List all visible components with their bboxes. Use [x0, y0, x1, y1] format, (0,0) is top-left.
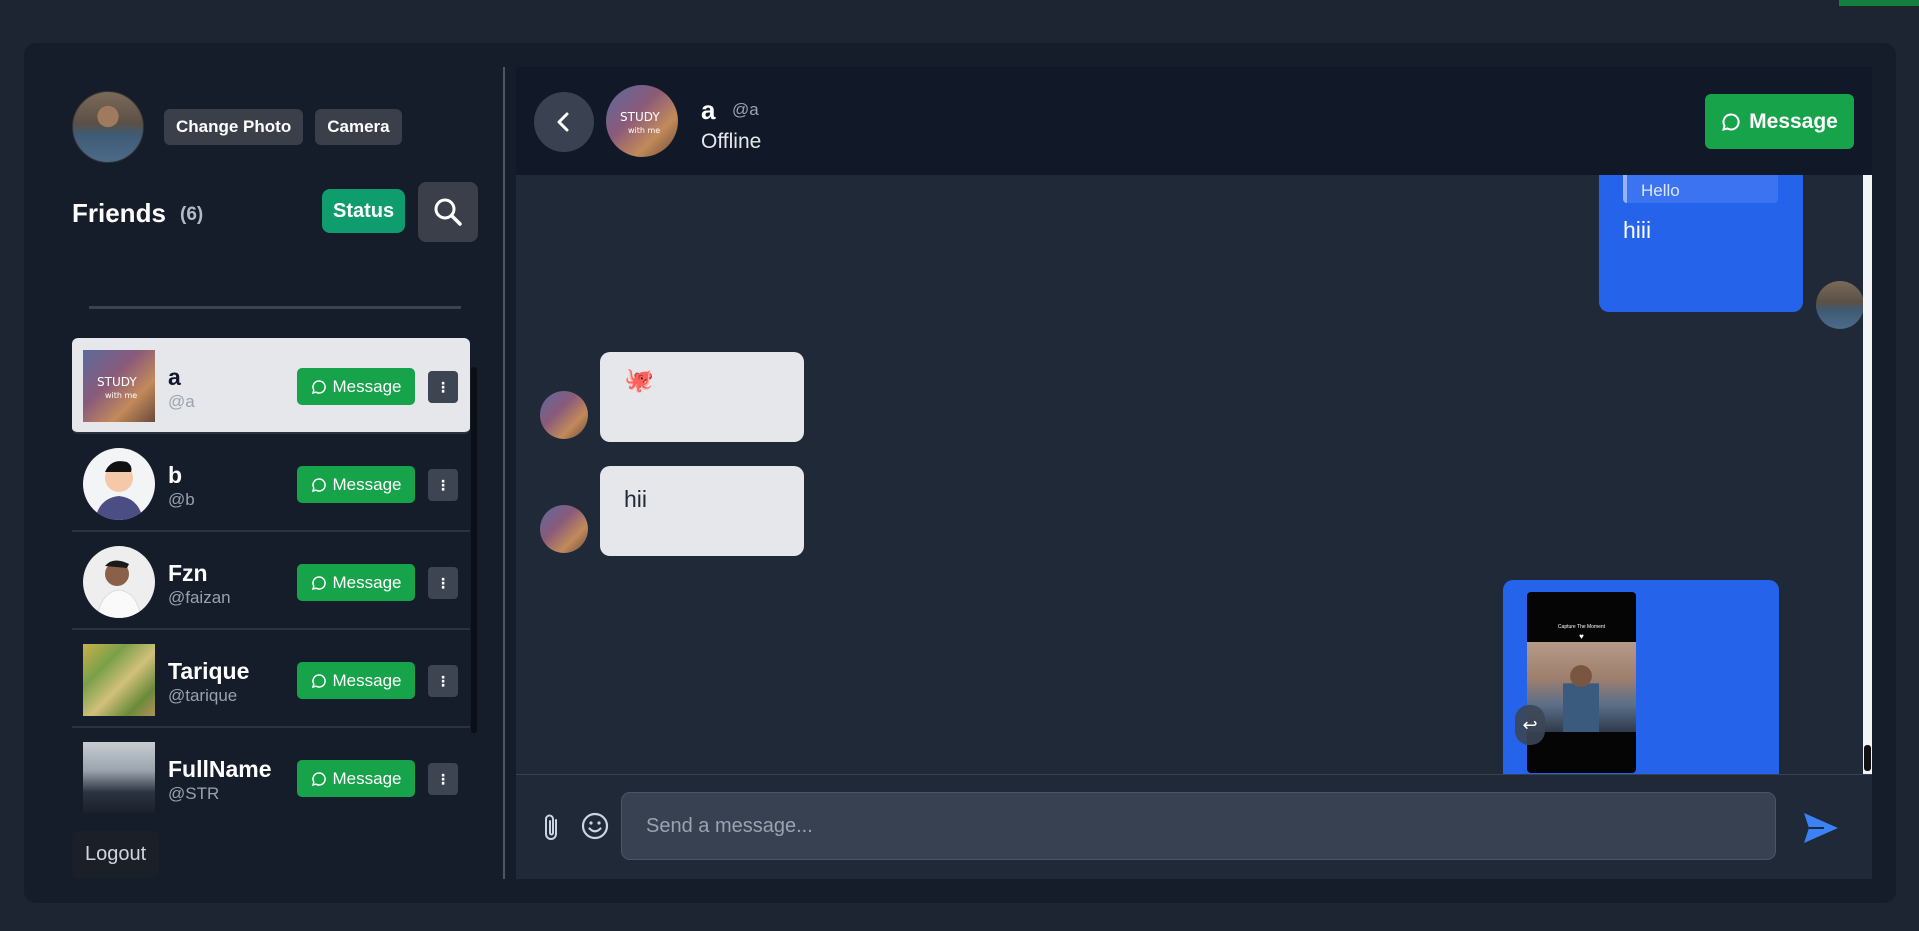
message-label: Message: [332, 670, 402, 690]
friend-name: Tarique: [168, 658, 250, 684]
more-options-button[interactable]: ⋮: [428, 665, 458, 697]
chat-app-window: Change Photo Camera Friends (6) Status S…: [24, 43, 1896, 903]
friend-message-button[interactable]: Message: [297, 760, 415, 797]
search-button[interactable]: [418, 182, 478, 242]
friend-message-button[interactable]: Message: [297, 466, 415, 503]
svg-text:with me: with me: [628, 126, 660, 135]
message-list: Hello hiii 🐙 hii Capture The Moment ♥ ↩: [516, 175, 1872, 774]
friend-avatar: STUDY with me: [83, 350, 155, 422]
message-label: Message: [1749, 109, 1838, 133]
message-input-bar: [516, 774, 1872, 879]
friends-count: (6): [180, 204, 204, 225]
their-message-avatar: [540, 391, 588, 439]
more-options-button[interactable]: ⋮: [428, 469, 458, 501]
message-text: hii: [624, 486, 648, 512]
friend-item-b[interactable]: b @b Message ⋮: [72, 436, 470, 532]
svg-text:STUDY: STUDY: [97, 375, 137, 389]
more-options-button[interactable]: ⋮: [428, 371, 458, 403]
my-message-avatar: [1816, 281, 1864, 329]
svg-text:with me: with me: [105, 391, 137, 400]
friend-item-a[interactable]: STUDY with me a @a Message ⋮: [72, 338, 470, 434]
more-options-button[interactable]: ⋮: [428, 763, 458, 795]
friend-username: @STR: [168, 784, 220, 803]
back-button[interactable]: [534, 92, 594, 152]
friend-username: @a: [168, 392, 195, 411]
change-photo-button[interactable]: Change Photo: [164, 109, 304, 145]
friends-list-scrollbar[interactable]: [471, 367, 477, 733]
friends-header: Friends (6) Status: [72, 182, 478, 244]
image-heart: ♥: [1579, 632, 1584, 641]
friend-avatar: [83, 644, 155, 716]
their-message-avatar: [540, 505, 588, 553]
friend-username: @b: [168, 490, 195, 509]
chat-header: STUDY with me a @a Offline Message: [516, 67, 1872, 175]
message-text: 🐙: [624, 367, 654, 394]
their-message-bubble[interactable]: 🐙: [600, 352, 804, 442]
study-logo-icon: STUDY with me: [97, 375, 137, 400]
friend-message-button[interactable]: Message: [297, 368, 415, 405]
chat-panel: STUDY with me a @a Offline Message Hello …: [516, 67, 1872, 879]
chat-bubble-icon: [311, 575, 326, 590]
my-avatar[interactable]: [72, 91, 144, 163]
send-icon[interactable]: [1802, 811, 1840, 845]
contact-username: @a: [732, 100, 759, 119]
chat-bubble-icon: [311, 673, 326, 688]
header-message-button[interactable]: Message: [1705, 94, 1854, 149]
sidebar-divider: [89, 306, 461, 309]
image-attachment[interactable]: Capture The Moment ♥: [1527, 592, 1636, 773]
logout-button[interactable]: Logout: [72, 831, 160, 878]
contact-status: Offline: [701, 130, 762, 153]
message-label: Message: [332, 474, 402, 494]
message-input[interactable]: [621, 792, 1776, 860]
their-message-bubble[interactable]: hii: [600, 466, 804, 556]
my-image-message-bubble[interactable]: Capture The Moment ♥ ↩: [1503, 580, 1779, 774]
image-caption: Capture The Moment: [1557, 624, 1606, 630]
reply-quote: Hello: [1623, 175, 1778, 203]
friend-name: a: [168, 364, 181, 390]
contact-name: a: [701, 95, 716, 125]
friend-item-fullname[interactable]: FullName @STR Message ⋮: [72, 730, 470, 818]
paperclip-icon[interactable]: [540, 811, 564, 843]
message-scrollbar[interactable]: [1864, 745, 1871, 771]
friends-list: STUDY with me a @a Message ⋮ b @b Messag…: [72, 338, 478, 818]
friend-name: Fzn: [168, 560, 208, 586]
sidebar: Change Photo Camera Friends (6) Status S…: [24, 67, 504, 879]
chat-bubble-icon: [311, 477, 326, 492]
message-label: Message: [332, 572, 402, 592]
friend-username: @faizan: [168, 588, 231, 607]
image-person: [1563, 662, 1599, 732]
my-message-bubble[interactable]: Hello hiii: [1599, 175, 1803, 312]
friend-item-tarique[interactable]: Tarique @tarique Message ⋮: [72, 632, 470, 728]
panel-divider: [503, 67, 505, 879]
chat-bubble-icon: [1722, 112, 1740, 131]
friend-username: @tarique: [168, 686, 238, 705]
friends-title: Friends: [72, 198, 166, 228]
svg-text:STUDY: STUDY: [620, 110, 660, 124]
friend-avatar: [83, 448, 155, 520]
status-button[interactable]: Status: [322, 189, 406, 233]
friend-item-fzn[interactable]: Fzn @faizan Message ⋮: [72, 534, 470, 630]
more-options-button[interactable]: ⋮: [428, 567, 458, 599]
friend-message-button[interactable]: Message: [297, 564, 415, 601]
reply-icon[interactable]: ↩: [1515, 705, 1545, 745]
message-text: hiii: [1623, 217, 1652, 243]
friend-name: b: [168, 462, 183, 488]
top-right-accent-bar: [1839, 0, 1919, 6]
friend-avatar: [83, 546, 155, 618]
friend-avatar: [83, 742, 155, 814]
friend-name: FullName: [168, 756, 272, 782]
contact-avatar: STUDY with me: [606, 85, 678, 157]
search-icon: [434, 198, 462, 226]
chat-bubble-icon: [311, 379, 326, 394]
chevron-left-icon: [557, 112, 569, 132]
friend-message-button[interactable]: Message: [297, 662, 415, 699]
profile-row: Change Photo Camera: [72, 91, 402, 163]
message-label: Message: [332, 768, 402, 788]
smiley-icon[interactable]: [580, 811, 610, 841]
message-label: Message: [332, 376, 402, 396]
camera-button[interactable]: Camera: [315, 109, 402, 145]
reply-quote-text: Hello: [1641, 181, 1680, 200]
chat-bubble-icon: [311, 771, 326, 786]
message-scrollbar-track: [1863, 175, 1872, 774]
